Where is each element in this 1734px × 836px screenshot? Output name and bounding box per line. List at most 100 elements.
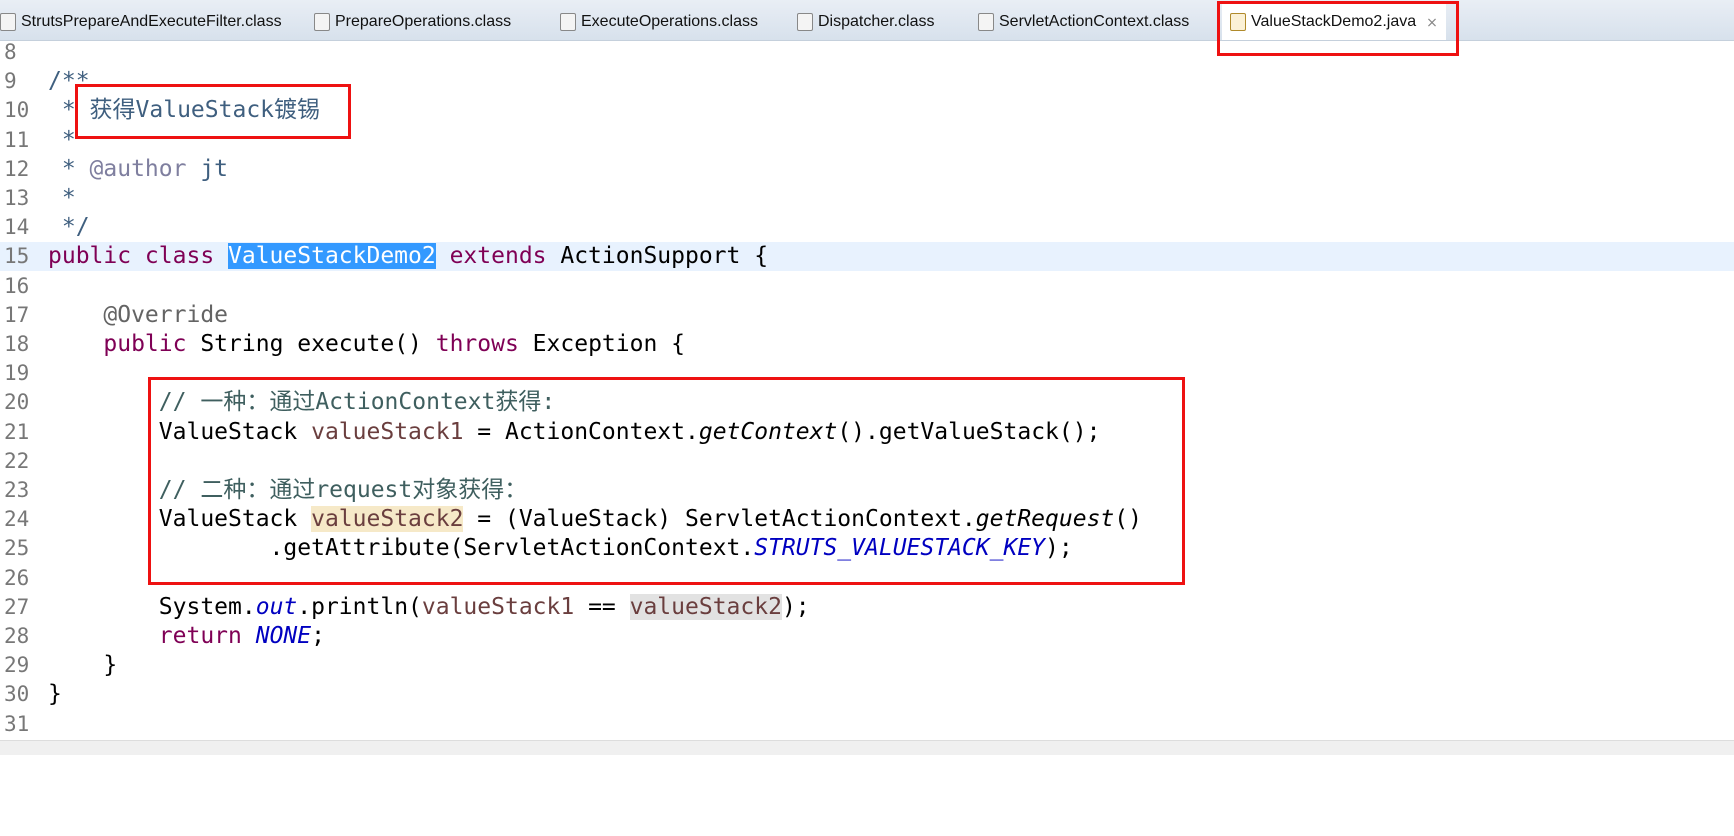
tab-label: ValueStackDemo2.java [1251,13,1417,30]
tab-strutsprepareandexecutefilter-class[interactable]: StrutsPrepareAndExecuteFilter.class [0,8,282,36]
code-token: NONE [255,623,312,649]
code-token: String execute() [186,331,436,357]
code-text: public class ValueStackDemo2 extends Act… [48,242,768,271]
line-number: 30 [4,682,30,707]
code-line[interactable]: 9 /** [0,67,1734,96]
line-number: 29 [4,653,30,678]
code-line[interactable]: 8 [0,38,1734,67]
tab-prepareoperations-class[interactable]: PrepareOperations.class [314,8,511,36]
code-token: throws [435,331,519,357]
code-line[interactable]: 20 // 一种：通过ActionContext获得: [0,388,1734,417]
code-token: valueStack1 [311,418,464,445]
line-number: 31 [4,711,30,736]
code-line[interactable]: 27 System.out.println(valueStack1 == val… [0,593,1734,622]
code-token: out [255,593,298,620]
code-text: } [48,680,62,709]
code-text: * [48,184,76,213]
code-editor[interactable]: 8 9/** 10 * 获得ValueStack镀锡 11 * 12 * @author… [0,40,1734,740]
code-token: // 二种：通过request对象获得： [158,477,528,503]
code-token: ); [1045,535,1073,562]
code-line[interactable]: 11 * [0,126,1734,155]
code-text: return NONE; [48,622,325,651]
code-token: () [1114,506,1142,533]
code-token: * [48,97,90,124]
editor-tab-bar: StrutsPrepareAndExecuteFilter.class Prepa… [0,0,1734,41]
line-number: 27 [4,594,30,619]
code-line[interactable]: 22 [0,447,1734,476]
code-line[interactable]: 19 [0,359,1734,388]
code-token: .getAttribute(ServletActionContext. [48,535,755,562]
code-line[interactable]: 15 public class ValueStackDemo2 extends A… [0,242,1734,272]
tab-executeoperations-class[interactable]: ExecuteOperations.class [560,8,758,36]
line-number: 26 [4,565,30,590]
code-line[interactable]: 26 [0,564,1734,593]
line-number: 22 [4,448,30,473]
code-line[interactable]: 31 [0,710,1734,739]
line-number: 23 [4,478,30,502]
code-token: // 一种：通过ActionContext获得: [158,389,556,416]
code-line[interactable]: 16 [0,272,1734,301]
code-line[interactable]: 12 * @author jt [0,155,1734,184]
code-token: */ [48,214,90,241]
code-line[interactable]: 10 * 获得ValueStack镀锡 [0,96,1734,125]
code-line[interactable]: 24 ValueStack valueStack2 = (ValueStack)… [0,505,1734,534]
code-token: ); [781,593,810,620]
code-line[interactable]: 17 @Override [0,301,1734,330]
class-file-icon [314,13,330,31]
code-line[interactable]: 13 * [0,184,1734,213]
line-number: 15 [4,244,30,269]
close-tab-icon[interactable]: ⨯ [1426,14,1438,31]
code-token: /** [48,68,90,95]
code-line[interactable]: 14 */ [0,213,1734,242]
code-line[interactable]: 29 } [0,651,1734,680]
code-token: public [103,331,187,357]
code-text: * @author jt [48,155,228,184]
line-number: 21 [4,419,30,444]
code-token: getContext [698,418,838,445]
tab-servletactioncontext-class[interactable]: ServletActionContext.class [978,8,1189,36]
code-token: extends [435,243,561,270]
code-line[interactable]: 23 // 二种：通过request对象获得： [0,476,1734,505]
class-file-icon [560,13,576,31]
code-text: public String execute() throws Exception… [48,330,685,359]
line-number: 18 [4,332,30,356]
tab-label: ExecuteOperations.class [581,13,758,30]
line-number: 13 [4,186,30,210]
tab-label: PrepareOperations.class [335,13,512,30]
code-text: // 二种：通过request对象获得： [48,476,527,505]
code-token: valueStack1 [421,593,575,620]
code-token: .println( [297,593,422,620]
code-token: ; [311,623,325,649]
tab-label: StrutsPrepareAndExecuteFilter.class [21,13,282,30]
code-token: } [48,652,118,679]
java-file-icon [1230,13,1246,31]
code-line[interactable]: 25 .getAttribute(ServletActionContext.ST… [0,534,1734,563]
tab-valuestackdemo2-java[interactable]: ValueStackDemo2.java ⨯ [1222,4,1446,40]
code-line[interactable]: 18 public String execute() throws Except… [0,330,1734,359]
code-token: @author [89,155,187,182]
code-text: * [48,126,76,155]
code-token: valueStack2 [629,593,782,620]
line-number: 16 [4,273,30,298]
code-token: = ActionContext. [463,418,699,445]
horizontal-scrollbar[interactable] [0,740,1734,755]
code-line[interactable]: 21 ValueStack valueStack1 = ActionContex… [0,418,1734,447]
code-line[interactable]: 30} [0,680,1734,709]
line-number: 24 [4,507,30,532]
code-token: * [48,185,76,211]
code-token: = (ValueStack) ServletActionContext. [463,506,976,533]
class-file-icon [0,13,16,31]
code-line[interactable]: 28 return NONE; [0,622,1734,651]
code-token: 获得ValueStack镀锡 [89,97,321,124]
line-number: 14 [4,215,30,240]
code-token: ActionSupport { [560,243,769,270]
code-token: Exception { [518,331,685,357]
code-token: STRUTS_VALUESTACK_KEY [754,535,1046,562]
tab-dispatcher-class[interactable]: Dispatcher.class [797,8,935,36]
code-token: * [48,155,90,182]
code-token: jt [186,155,229,182]
